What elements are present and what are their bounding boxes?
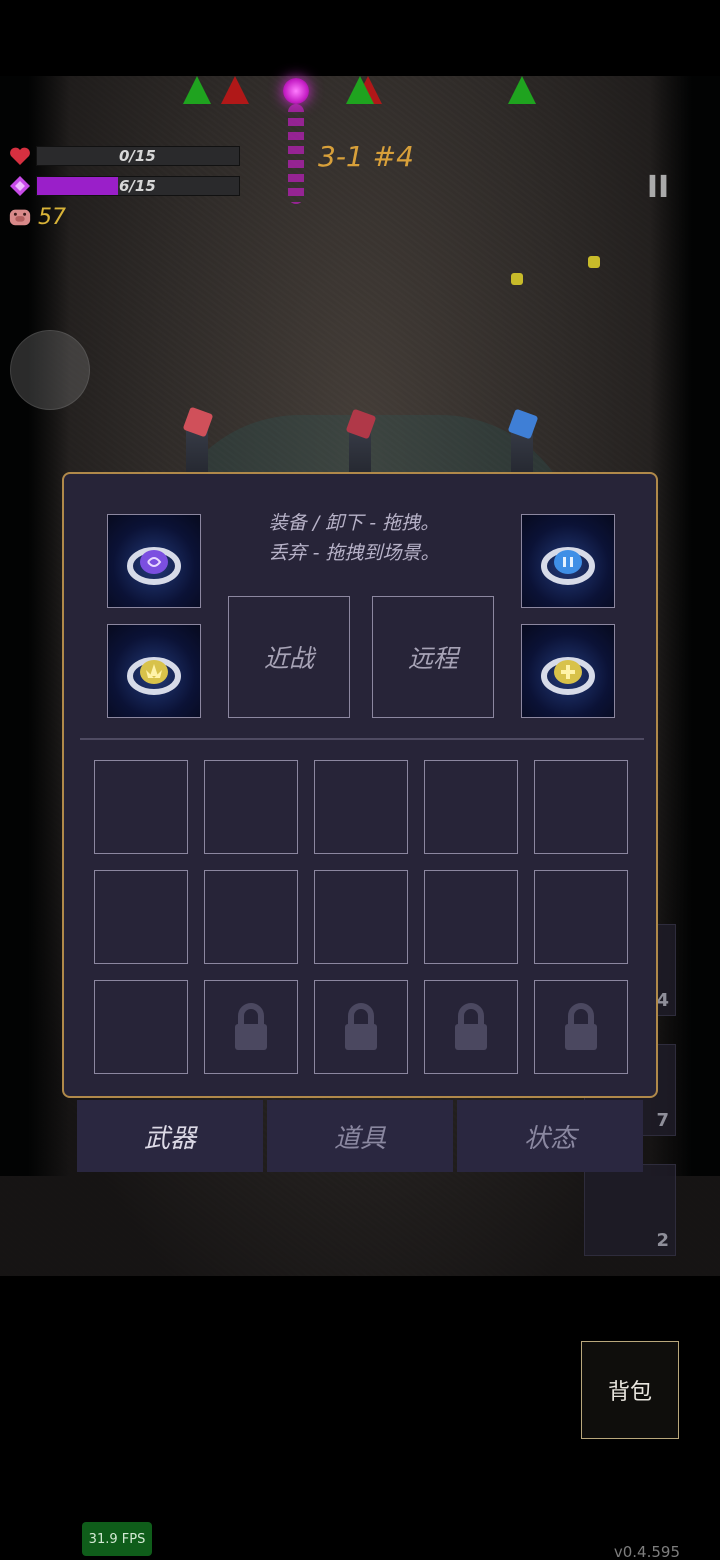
inventory-slot-locked[interactable] (314, 980, 408, 1074)
enemy-marker-red (221, 76, 249, 104)
health-bar: 0/15 (36, 146, 240, 166)
inventory-slot-locked[interactable] (534, 980, 628, 1074)
virtual-joystick[interactable] (10, 330, 90, 410)
mana-crystal-icon (8, 175, 32, 197)
foliage-left (0, 76, 70, 1176)
ring-slot-blue[interactable] (521, 514, 615, 608)
inventory-slot-locked[interactable] (424, 980, 518, 1074)
side-item-count: 2 (656, 1230, 669, 1251)
inventory-slot[interactable] (534, 760, 628, 854)
blue-ring-icon (541, 547, 595, 585)
mana-bar-fill (37, 177, 118, 195)
inventory-slot[interactable] (314, 760, 408, 854)
enemy-marker-green (183, 76, 211, 104)
inventory-slot[interactable] (94, 760, 188, 854)
side-item-count: 7 (656, 1110, 669, 1131)
enemy-marker-green (346, 76, 374, 104)
lock-icon (565, 1003, 597, 1050)
mana-row: 6/15 (8, 175, 240, 197)
inventory-slot[interactable] (314, 870, 408, 964)
inventory-slot-locked[interactable] (204, 980, 298, 1074)
lock-icon (235, 1003, 267, 1050)
panel-divider (80, 738, 644, 740)
coin-pickup (588, 256, 600, 268)
mana-bar: 6/15 (36, 176, 240, 196)
magic-orb (283, 78, 309, 104)
pig-icon (8, 206, 32, 228)
coin-count: 57 (38, 204, 66, 230)
top-letterbox (0, 0, 720, 76)
tab-weapons[interactable]: 武器 (77, 1100, 263, 1172)
mana-text: 6/15 (119, 177, 156, 195)
ring-slot-gold-cross[interactable] (521, 624, 615, 718)
hint-discard: 丢弃 - 拖拽到场景。 (268, 542, 440, 564)
lock-icon (345, 1003, 377, 1050)
backpack-button[interactable]: 背包 (581, 1341, 679, 1439)
purple-ring-icon (127, 547, 181, 585)
magic-trail (288, 104, 304, 204)
fps-counter: 31.9 FPS (82, 1522, 152, 1556)
gold-lotus-ring-icon (127, 657, 181, 695)
lock-icon (455, 1003, 487, 1050)
level-label: 3-1 #4 (318, 140, 414, 173)
health-text: 0/15 (119, 147, 156, 165)
tab-items[interactable]: 道具 (267, 1100, 453, 1172)
inventory-slot[interactable] (204, 870, 298, 964)
ranged-weapon-slot[interactable]: 远程 (372, 596, 494, 718)
inventory-slot[interactable] (94, 870, 188, 964)
inventory-slot[interactable] (424, 760, 518, 854)
gold-cross-ring-icon (541, 657, 595, 695)
hint-equip: 装备 / 卸下 - 拖拽。 (268, 512, 440, 534)
ring-slot-purple[interactable] (107, 514, 201, 608)
pause-button[interactable]: II (630, 165, 686, 209)
tab-status[interactable]: 状态 (457, 1100, 643, 1172)
enemy-marker-green (508, 76, 536, 104)
version-label: v0.4.595 (613, 1543, 680, 1560)
side-item-card[interactable]: 2 (584, 1164, 676, 1256)
health-row: 0/15 (8, 145, 240, 167)
inventory-panel: 装备 / 卸下 - 拖拽。 丢弃 - 拖拽到场景。 近战 远程 (62, 472, 658, 1098)
ring-slot-gold-lotus[interactable] (107, 624, 201, 718)
inventory-slot[interactable] (534, 870, 628, 964)
side-item-count: 4 (656, 990, 669, 1011)
inventory-slot[interactable] (424, 870, 518, 964)
heart-icon (8, 145, 32, 167)
game-screen: 4 7 2 0/15 6/15 57 3-1 #4 II 装备 / 卸下 - 拖… (0, 0, 720, 1560)
coin-pickup (511, 273, 523, 285)
inventory-slot[interactable] (204, 760, 298, 854)
coins-row: 57 (8, 204, 66, 230)
inventory-hint: 装备 / 卸下 - 拖拽。 丢弃 - 拖拽到场景。 (254, 508, 454, 568)
inventory-slot[interactable] (94, 980, 188, 1074)
melee-weapon-slot[interactable]: 近战 (228, 596, 350, 718)
